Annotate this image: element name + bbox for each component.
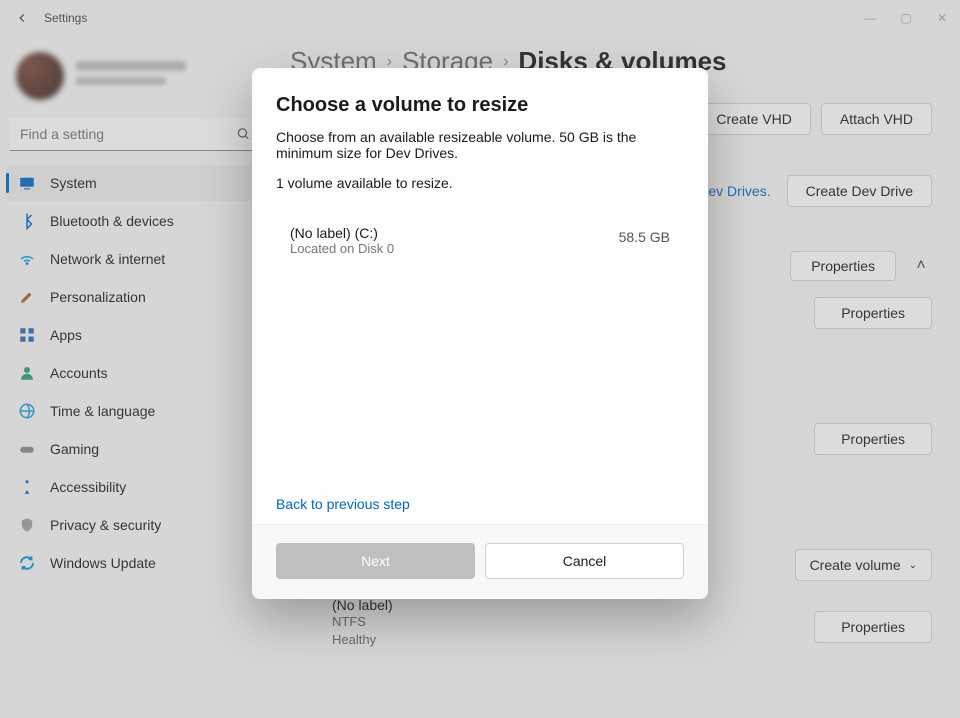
resize-dialog: Choose a volume to resize Choose from an…: [252, 68, 708, 599]
modal-overlay: Choose a volume to resize Choose from an…: [0, 0, 960, 718]
cancel-button[interactable]: Cancel: [485, 543, 684, 579]
dialog-footer: Next Cancel: [252, 524, 708, 599]
volume-option-location: Located on Disk 0: [290, 241, 394, 256]
volume-option[interactable]: (No label) (C:) Located on Disk 0 58.5 G…: [276, 205, 684, 264]
volume-option-name: (No label) (C:): [290, 225, 394, 241]
dialog-title: Choose a volume to resize: [276, 94, 684, 117]
volume-option-size: 58.5 GB: [619, 225, 670, 245]
dialog-count: 1 volume available to resize.: [276, 175, 684, 191]
dialog-description: Choose from an available resizeable volu…: [276, 129, 684, 161]
back-to-previous-link[interactable]: Back to previous step: [276, 496, 410, 512]
next-button[interactable]: Next: [276, 543, 475, 579]
